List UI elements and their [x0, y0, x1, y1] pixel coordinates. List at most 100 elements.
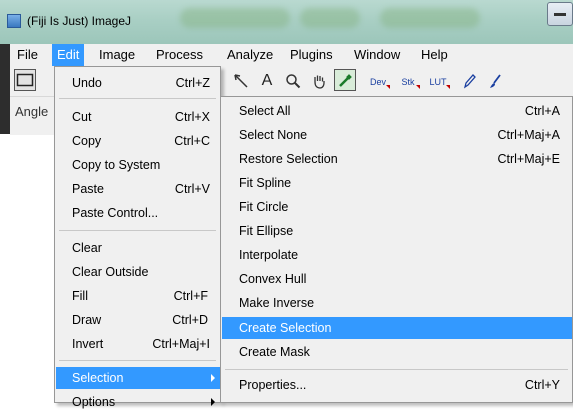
menu-item-restore-selection[interactable]: Restore Selection Ctrl+Maj+E [221, 148, 572, 170]
menu-bar: File Edit Image Process Analyze Plugins … [10, 44, 573, 67]
item-label: Properties... [239, 378, 307, 392]
scroll-tool[interactable] [308, 69, 330, 91]
brush-tool[interactable] [484, 69, 506, 91]
item-label: Options [72, 395, 116, 409]
text-tool[interactable]: A [256, 69, 278, 91]
separator [59, 230, 216, 231]
item-label: Create Mask [239, 345, 310, 359]
menu-process[interactable]: Process [151, 44, 208, 66]
item-shortcut: Ctrl+Maj+A [497, 128, 560, 142]
menu-help[interactable]: Help [416, 44, 453, 66]
item-label: Invert [72, 337, 104, 351]
magnifier-tool[interactable] [282, 69, 304, 91]
submenu-arrow-icon [211, 374, 215, 382]
minimize-button[interactable] [547, 2, 573, 26]
item-shortcut: Ctrl+X [174, 110, 210, 124]
menu-item-cut[interactable]: Cut Ctrl+X [55, 106, 220, 128]
separator [59, 98, 216, 99]
item-shortcut: Ctrl+C [174, 134, 210, 148]
desktop-background [0, 44, 10, 134]
color-picker-tool[interactable] [334, 69, 356, 91]
background-blur [300, 8, 360, 28]
item-label: Convex Hull [239, 272, 307, 286]
item-label: Draw [72, 313, 102, 327]
separator [59, 360, 216, 361]
item-shortcut: Ctrl+F [173, 289, 208, 303]
menu-item-properties[interactable]: Properties... Ctrl+Y [221, 374, 572, 396]
menu-item-copy-to-system[interactable]: Copy to System [55, 154, 220, 176]
background-blur [180, 8, 290, 28]
menu-item-clear-outside[interactable]: Clear Outside [55, 261, 220, 283]
item-label: Create Selection [239, 321, 332, 335]
menu-item-interpolate[interactable]: Interpolate [221, 244, 572, 266]
menu-item-options[interactable]: Options [55, 391, 220, 413]
item-label: Copy [72, 134, 102, 148]
selection-submenu: Select All Ctrl+A Select None Ctrl+Maj+A… [220, 96, 573, 403]
item-shortcut: Ctrl+A [524, 104, 560, 118]
dropdown-indicator-icon [416, 85, 420, 89]
minimize-icon [554, 13, 566, 16]
dev-tools-menu[interactable]: Dev [364, 69, 392, 91]
menu-item-clear[interactable]: Clear [55, 237, 220, 259]
item-label: Fit Ellipse [239, 224, 294, 238]
title-bar: (Fiji Is Just) ImageJ [0, 0, 573, 45]
menu-item-fit-ellipse[interactable]: Fit Ellipse [221, 220, 572, 242]
eyedropper-icon [339, 74, 352, 87]
submenu-arrow-icon [211, 398, 215, 406]
magnifier-icon [286, 74, 301, 89]
menu-edit[interactable]: Edit [52, 44, 85, 66]
background-blur [380, 8, 480, 28]
menu-item-select-none[interactable]: Select None Ctrl+Maj+A [221, 124, 572, 146]
menu-item-fit-circle[interactable]: Fit Circle [221, 196, 572, 218]
menu-item-undo[interactable]: Undo Ctrl+Z [55, 72, 220, 94]
brush-icon [490, 74, 501, 88]
item-shortcut: Ctrl+Maj+I [152, 337, 210, 351]
edit-menu: Undo Ctrl+Z Cut Ctrl+X Copy Ctrl+C Copy … [54, 66, 221, 409]
menu-window[interactable]: Window [349, 44, 405, 66]
stack-tools-menu[interactable]: Stk [394, 69, 422, 91]
item-label: Paste Control... [72, 206, 159, 220]
hand-icon [314, 75, 325, 89]
item-label: Cut [72, 110, 92, 124]
pencil-icon [463, 74, 476, 89]
line-tool[interactable] [230, 69, 252, 91]
item-label: Make Inverse [239, 296, 315, 310]
imagej-app-icon [7, 14, 21, 28]
item-label: Undo [72, 76, 102, 90]
menu-item-fill[interactable]: Fill Ctrl+F [55, 285, 220, 307]
item-label: Clear Outside [72, 265, 149, 279]
menu-item-make-inverse[interactable]: Make Inverse [221, 292, 572, 314]
item-label: Fill [72, 289, 88, 303]
menu-item-copy[interactable]: Copy Ctrl+C [55, 130, 220, 152]
menu-item-create-mask[interactable]: Create Mask [221, 341, 572, 363]
item-label: Interpolate [239, 248, 299, 262]
item-label: Select All [239, 104, 291, 118]
menu-item-invert[interactable]: Invert Ctrl+Maj+I [55, 333, 220, 355]
item-shortcut: Ctrl+V [174, 182, 210, 196]
pencil-tool[interactable] [458, 69, 480, 91]
menu-image[interactable]: Image [94, 44, 140, 66]
item-shortcut: Ctrl+Z [175, 76, 210, 90]
menu-item-select-all[interactable]: Select All Ctrl+A [221, 100, 572, 122]
menu-item-paste[interactable]: Paste Ctrl+V [55, 178, 220, 200]
item-label: Clear [72, 241, 102, 255]
menu-item-selection[interactable]: Selection [56, 367, 220, 389]
rectangle-tool[interactable] [14, 69, 36, 91]
lut-label: LUT [429, 77, 447, 87]
menu-item-paste-control[interactable]: Paste Control... [55, 202, 220, 224]
lut-menu[interactable]: LUT [424, 69, 452, 91]
window-title: (Fiji Is Just) ImageJ [27, 14, 132, 28]
stk-label: Stk [401, 77, 415, 87]
item-label: Fit Spline [239, 176, 292, 190]
menu-item-draw[interactable]: Draw Ctrl+D [55, 309, 220, 331]
menu-item-create-selection[interactable]: Create Selection [222, 317, 572, 339]
status-text: Angle [15, 104, 49, 119]
line-icon [234, 74, 248, 88]
menu-file[interactable]: File [12, 44, 43, 66]
item-shortcut: Ctrl+Maj+E [497, 152, 560, 166]
menu-plugins[interactable]: Plugins [285, 44, 338, 66]
menu-analyze[interactable]: Analyze [222, 44, 278, 66]
menu-item-fit-spline[interactable]: Fit Spline [221, 172, 572, 194]
rectangle-icon [16, 73, 34, 87]
menu-item-convex-hull[interactable]: Convex Hull [221, 268, 572, 290]
